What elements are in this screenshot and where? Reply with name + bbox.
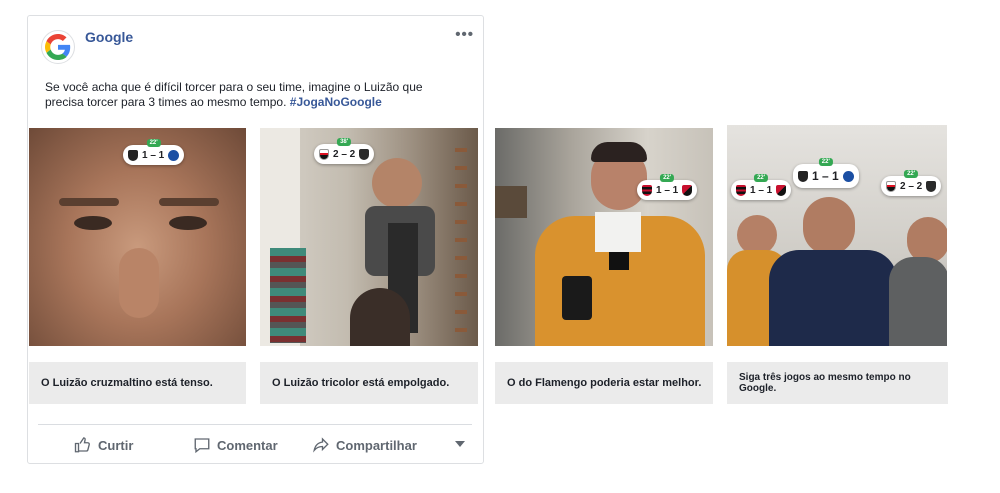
flamengo-crest-icon bbox=[642, 184, 652, 196]
post-text: Se você acha que é difícil torcer para o… bbox=[45, 80, 460, 110]
comment-button[interactable]: Comentar bbox=[193, 432, 278, 458]
slide-caption: O do Flamengo poderia estar melhor. bbox=[495, 362, 713, 404]
live-minute: 22' bbox=[146, 139, 161, 147]
athletico-crest-icon bbox=[682, 184, 693, 196]
thumbs-up-icon bbox=[74, 437, 90, 453]
slide-image: 22' 1 – 1 bbox=[29, 128, 246, 346]
slide-caption: O Luizão cruzmaltino está tenso. bbox=[29, 362, 246, 404]
share-label: Compartilhar bbox=[336, 437, 417, 453]
hashtag-link[interactable]: #JogaNoGoogle bbox=[290, 95, 382, 109]
score-pill: 22' 1 – 1 bbox=[637, 174, 698, 200]
score-pill: 38' 2 – 2 bbox=[314, 138, 375, 164]
slide-image: 22' 1 – 1 bbox=[495, 128, 713, 346]
vasco-crest-icon bbox=[128, 149, 138, 161]
score-pill: 22' 1 – 1 bbox=[793, 158, 859, 188]
score-text: 2 – 2 bbox=[333, 148, 356, 160]
vasco-crest-icon bbox=[798, 170, 808, 182]
actions-divider bbox=[38, 424, 472, 425]
cruzeiro-crest-icon bbox=[842, 170, 854, 182]
google-logo-icon bbox=[45, 34, 71, 60]
score-text: 2 – 2 bbox=[900, 180, 923, 192]
live-minute: 22' bbox=[754, 174, 769, 182]
slide-image: 22' 1 – 1 22' 1 – 1 22' 2 – 2 bbox=[727, 125, 947, 346]
share-icon bbox=[313, 437, 329, 453]
chevron-down-icon[interactable] bbox=[455, 441, 465, 447]
score-text: 1 – 1 bbox=[656, 184, 679, 196]
saopaulo-crest-icon bbox=[886, 180, 896, 192]
score-pill: 22' 1 – 1 bbox=[123, 139, 185, 165]
atletico-crest-icon bbox=[926, 180, 937, 192]
atletico-crest-icon bbox=[359, 148, 370, 160]
saopaulo-crest-icon bbox=[319, 148, 329, 160]
score-text: 1 – 1 bbox=[142, 149, 165, 161]
slide-caption: O Luizão tricolor está empolgado. bbox=[260, 362, 478, 404]
live-minute: 22' bbox=[660, 174, 675, 182]
cruzeiro-crest-icon bbox=[168, 149, 180, 161]
slide-caption: Siga três jogos ao mesmo tempo no Google… bbox=[727, 362, 948, 404]
live-minute: 22' bbox=[904, 170, 919, 178]
live-minute: 38' bbox=[337, 138, 352, 146]
athletico-crest-icon bbox=[776, 184, 787, 196]
score-text: 1 – 1 bbox=[750, 184, 773, 196]
like-button[interactable]: Curtir bbox=[74, 432, 133, 458]
share-button[interactable]: Compartilhar bbox=[312, 432, 417, 458]
flamengo-crest-icon bbox=[736, 184, 746, 196]
page-name[interactable]: Google bbox=[85, 29, 133, 45]
like-label: Curtir bbox=[98, 437, 134, 453]
score-text: 1 – 1 bbox=[812, 169, 839, 183]
comment-label: Comentar bbox=[217, 437, 278, 453]
page-avatar[interactable] bbox=[41, 30, 75, 64]
slide-image: 38' 2 – 2 bbox=[260, 128, 478, 346]
score-pill: 22' 2 – 2 bbox=[881, 170, 942, 196]
score-pill: 22' 1 – 1 bbox=[731, 174, 792, 200]
live-minute: 22' bbox=[818, 158, 833, 166]
more-options-icon[interactable]: ••• bbox=[455, 26, 474, 43]
comment-icon bbox=[194, 438, 210, 454]
